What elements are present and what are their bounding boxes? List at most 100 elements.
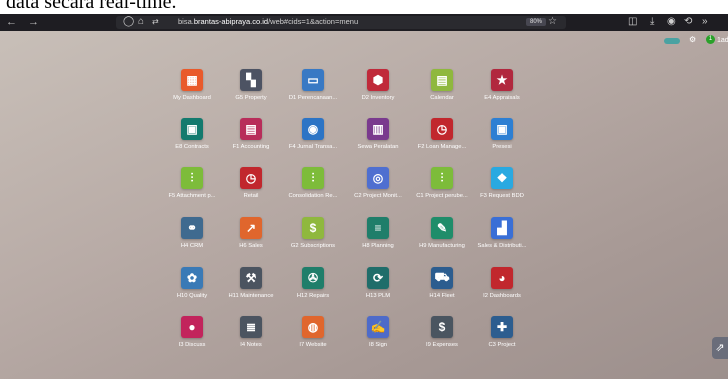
url-prefix: bisa. — [178, 17, 194, 26]
app-icon[interactable]: ⚭ — [181, 217, 203, 239]
app-item[interactable]: ⫶ Consolidation Re... — [278, 167, 348, 199]
app-label: H11 Maintenance — [228, 293, 274, 299]
browser-toolbar: ← → ◯ ⌂ ⇄ bisa.brantas-abipraya.co.id/we… — [0, 14, 728, 31]
app-label: I7 Website — [299, 342, 327, 348]
app-icon[interactable]: ❖ — [491, 167, 513, 189]
app-label: Sewa Peralatan — [357, 144, 399, 150]
app-item[interactable]: ▚ G5 Property — [216, 69, 286, 101]
app-icon[interactable]: ★ — [491, 69, 513, 91]
app-icon[interactable]: ▣ — [491, 118, 513, 140]
app-icon[interactable]: ✿ — [181, 267, 203, 289]
app-item[interactable]: ≣ I4 Notes — [216, 316, 286, 348]
app-item[interactable]: ✍ I8 Sign — [343, 316, 413, 348]
app-icon[interactable]: ◷ — [431, 118, 453, 140]
app-label: E4 Appraisals — [484, 95, 520, 101]
app-label: Consolidation Re... — [288, 193, 338, 199]
app-icon[interactable]: ⟳ — [367, 267, 389, 289]
app-icon[interactable]: ✍ — [367, 316, 389, 338]
app-item[interactable]: ⚒ H11 Maintenance — [216, 267, 286, 299]
app-icon[interactable]: ▦ — [181, 69, 203, 91]
app-icon[interactable]: ◉ — [302, 118, 324, 140]
back-icon[interactable]: ← — [6, 15, 17, 29]
app-item[interactable]: ◷ Retail — [216, 167, 286, 199]
app-label: G5 Property — [235, 95, 267, 101]
app-label: D1 Perencanaan... — [288, 95, 338, 101]
app-icon[interactable]: ⫶ — [181, 167, 203, 189]
app-icon[interactable]: ◕ — [491, 267, 513, 289]
app-item[interactable]: ≡ H8 Planning — [343, 217, 413, 249]
app-item[interactable]: ▟ Sales & Distributi... — [467, 217, 537, 249]
overflow-menu-icon[interactable]: » — [702, 16, 708, 28]
app-icon[interactable]: ≣ — [240, 316, 262, 338]
permissions-icon[interactable]: ⇄ — [152, 16, 159, 28]
app-icon[interactable]: ▤ — [240, 118, 262, 140]
app-item[interactable]: ◎ C2 Project Monit... — [343, 167, 413, 199]
app-icon[interactable]: ▚ — [240, 69, 262, 91]
app-item[interactable]: ◍ I7 Website — [278, 316, 348, 348]
shield-icon[interactable]: ◯ — [123, 16, 134, 28]
app-item[interactable]: ⬢ D2 Inventory — [343, 69, 413, 101]
app-label: I2 Dashboards — [483, 293, 521, 299]
app-icon[interactable]: ▤ — [431, 69, 453, 91]
lock-icon: ⌂ — [138, 16, 145, 27]
pocket-icon[interactable]: ◫ — [628, 16, 637, 28]
url-text[interactable]: bisa.brantas-abipraya.co.id/web#cids=1&a… — [178, 17, 358, 26]
app-item[interactable]: ↗ H6 Sales — [216, 217, 286, 249]
mode-toggle[interactable] — [664, 38, 680, 44]
app-label: Retail — [243, 193, 259, 199]
app-icon[interactable]: ⚒ — [240, 267, 262, 289]
app-icon[interactable]: ↗ — [240, 217, 262, 239]
app-icon[interactable]: $ — [302, 217, 324, 239]
app-icon[interactable]: ⛟ — [431, 267, 453, 289]
app-icon[interactable]: ◍ — [302, 316, 324, 338]
app-item[interactable]: $ G2 Subscriptions — [278, 217, 348, 249]
app-label: H13 PLM — [365, 293, 391, 299]
download-icon[interactable]: ⤓ — [650, 16, 654, 28]
app-item[interactable]: ❖ F3 Request BDD — [467, 167, 537, 199]
app-label: H8 Planning — [362, 243, 394, 249]
zoom-badge[interactable]: 80% — [526, 18, 547, 26]
app-item[interactable]: ▭ D1 Perencanaan... — [278, 69, 348, 101]
app-label: G2 Subscriptions — [290, 243, 336, 249]
app-icon[interactable]: ▣ — [181, 118, 203, 140]
url-domain: brantas-abipraya.co.id — [193, 17, 269, 26]
app-icon[interactable]: ⫶ — [302, 167, 324, 189]
caption-text: data secara real-time. — [6, 0, 177, 13]
app-icon[interactable]: ✎ — [431, 217, 453, 239]
app-label: F4 Jurnal Transa... — [288, 144, 338, 150]
app-icon[interactable]: ▟ — [491, 217, 513, 239]
app-item[interactable]: ✇ H12 Repairs — [278, 267, 348, 299]
app-item[interactable]: ▤ F1 Accounting — [216, 118, 286, 150]
app-label: C3 Project — [488, 342, 516, 348]
app-menu-background: ⚙ 1 1ad ▦ My Dashboard ▚ G5 Property ▭ D1 Per… — [0, 31, 728, 379]
app-item[interactable]: ▣ Presesi — [467, 118, 537, 150]
app-icon[interactable]: ◎ — [367, 167, 389, 189]
app-item[interactable]: ⟳ H13 PLM — [343, 267, 413, 299]
app-icon[interactable]: ≡ — [367, 217, 389, 239]
app-item[interactable]: ★ E4 Appraisals — [467, 69, 537, 101]
app-label: H6 Sales — [239, 243, 263, 249]
app-label: C2 Project Monit... — [354, 193, 402, 199]
bookmark-star-icon[interactable]: ☆ — [548, 16, 557, 28]
history-icon[interactable]: ⟲ — [684, 16, 692, 28]
app-icon[interactable]: ● — [181, 316, 203, 338]
scroll-tool-icon[interactable]: ⇗ — [712, 337, 728, 359]
app-icon[interactable]: ▥ — [367, 118, 389, 140]
app-label: D2 Inventory — [361, 95, 395, 101]
extension-icon[interactable]: ◉ — [667, 16, 676, 28]
app-icon[interactable]: ✇ — [302, 267, 324, 289]
settings-icon[interactable]: ⚙ — [689, 35, 696, 44]
avatar[interactable]: 1 — [706, 35, 715, 44]
app-icon[interactable]: ⫶ — [431, 167, 453, 189]
app-item[interactable]: ✚ C3 Project — [467, 316, 537, 348]
forward-icon[interactable]: → — [28, 15, 39, 29]
app-item[interactable]: ◉ F4 Jurnal Transa... — [278, 118, 348, 150]
app-item[interactable]: ◕ I2 Dashboards — [467, 267, 537, 299]
user-name[interactable]: 1ad — [717, 37, 728, 44]
app-icon[interactable]: ◷ — [240, 167, 262, 189]
app-item[interactable]: ▥ Sewa Peralatan — [343, 118, 413, 150]
app-icon[interactable]: ✚ — [491, 316, 513, 338]
app-icon[interactable]: ⬢ — [367, 69, 389, 91]
app-icon[interactable]: $ — [431, 316, 453, 338]
app-icon[interactable]: ▭ — [302, 69, 324, 91]
